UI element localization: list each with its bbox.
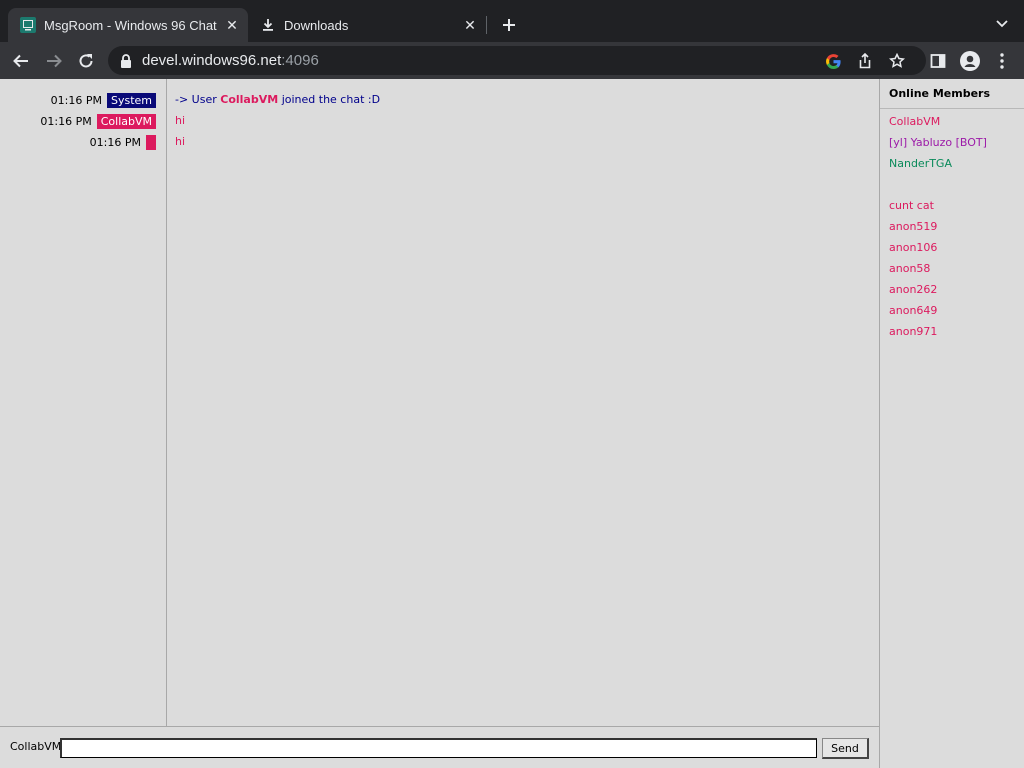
message-list: -> User CollabVM joined the chat :D hi h… bbox=[167, 79, 879, 726]
url-host: devel.windows96.net bbox=[142, 52, 282, 69]
bookmark-star-icon[interactable] bbox=[888, 52, 906, 70]
tab-close-icon[interactable]: ✕ bbox=[460, 15, 480, 35]
new-tab-button[interactable] bbox=[498, 14, 520, 36]
message-input[interactable] bbox=[60, 738, 817, 758]
windows96-favicon-icon bbox=[20, 17, 36, 33]
profile-avatar-icon bbox=[960, 51, 980, 71]
nickname-label[interactable]: CollabVM bbox=[10, 740, 61, 753]
member-item[interactable]: [yl] Yabluzo [BOT] bbox=[889, 135, 987, 151]
share-icon[interactable] bbox=[856, 52, 874, 70]
system-suffix: joined the chat :D bbox=[278, 93, 381, 106]
reload-icon bbox=[79, 54, 93, 68]
browser-menu-button[interactable] bbox=[989, 48, 1015, 74]
reload-button[interactable] bbox=[73, 48, 99, 74]
system-message: -> User CollabVM joined the chat :D bbox=[175, 92, 380, 108]
member-item[interactable]: anon971 bbox=[889, 324, 937, 340]
member-item[interactable]: cunt cat bbox=[889, 198, 934, 214]
tab-msgroom[interactable]: MsgRoom - Windows 96 Chat ✕ bbox=[8, 8, 248, 42]
forward-button[interactable] bbox=[41, 48, 67, 74]
member-item[interactable]: CollabVM bbox=[889, 114, 940, 130]
url-port: :4096 bbox=[281, 52, 319, 69]
message-time: 01:16 PM bbox=[89, 135, 141, 149]
arrow-left-icon bbox=[13, 54, 28, 68]
message-username[interactable]: CollabVM bbox=[96, 113, 156, 129]
tab-close-icon[interactable]: ✕ bbox=[222, 15, 242, 35]
lock-icon[interactable] bbox=[120, 53, 134, 68]
tab-downloads[interactable]: Downloads ✕ bbox=[250, 8, 486, 42]
address-bar[interactable]: devel.windows96.net:4096 bbox=[108, 46, 926, 75]
tab-title: MsgRoom - Windows 96 Chat bbox=[44, 17, 217, 33]
message-meta-column: 01:16 PM System 01:16 PM CollabVM 01:16 … bbox=[0, 79, 167, 726]
message-meta: 01:16 PM bbox=[90, 134, 156, 150]
system-prefix: -> User bbox=[175, 93, 221, 106]
message-time: 01:16 PM bbox=[50, 93, 102, 107]
back-button[interactable] bbox=[8, 48, 34, 74]
msgroom-page: 01:16 PM System 01:16 PM CollabVM 01:16 … bbox=[0, 79, 1024, 768]
message-meta: 01:16 PM System bbox=[51, 92, 156, 108]
url-text: devel.windows96.net:4096 bbox=[142, 52, 319, 69]
more-vertical-icon bbox=[1000, 53, 1004, 69]
chevron-down-icon bbox=[996, 20, 1008, 28]
member-item[interactable]: anon519 bbox=[889, 219, 937, 235]
send-button[interactable]: Send bbox=[822, 738, 869, 759]
member-item[interactable]: NanderTGA bbox=[889, 156, 952, 172]
message-meta: 01:16 PM CollabVM bbox=[40, 113, 156, 129]
download-icon bbox=[260, 17, 276, 33]
side-panel-icon bbox=[930, 54, 946, 68]
system-username[interactable]: CollabVM bbox=[220, 93, 278, 106]
message-time: 01:16 PM bbox=[40, 114, 92, 128]
member-item[interactable]: anon262 bbox=[889, 282, 937, 298]
member-item[interactable]: anon649 bbox=[889, 303, 937, 319]
browser-toolbar: devel.windows96.net:4096 bbox=[0, 42, 1024, 79]
online-members-panel: Online Members CollabVM [yl] Yabluzo [BOT… bbox=[879, 79, 1024, 768]
side-panel-button[interactable] bbox=[925, 48, 951, 74]
browser-tabstrip: MsgRoom - Windows 96 Chat ✕ Downloads ✕ bbox=[0, 0, 1024, 42]
chat-message: hi bbox=[175, 135, 186, 148]
members-heading: Online Members bbox=[880, 79, 1024, 109]
tab-title: Downloads bbox=[284, 17, 349, 33]
arrow-right-icon bbox=[47, 54, 62, 68]
message-username[interactable]: System bbox=[106, 92, 156, 108]
tab-search-button[interactable] bbox=[992, 14, 1012, 34]
tab-divider bbox=[486, 16, 487, 34]
member-item[interactable]: anon58 bbox=[889, 261, 930, 277]
chat-message: hi bbox=[175, 114, 186, 127]
profile-button[interactable] bbox=[957, 48, 983, 74]
member-item[interactable]: anon106 bbox=[889, 240, 937, 256]
message-username[interactable] bbox=[146, 134, 156, 150]
plus-icon bbox=[503, 19, 515, 31]
message-input-bar: CollabVM Send bbox=[0, 726, 879, 768]
google-icon[interactable] bbox=[824, 52, 842, 70]
